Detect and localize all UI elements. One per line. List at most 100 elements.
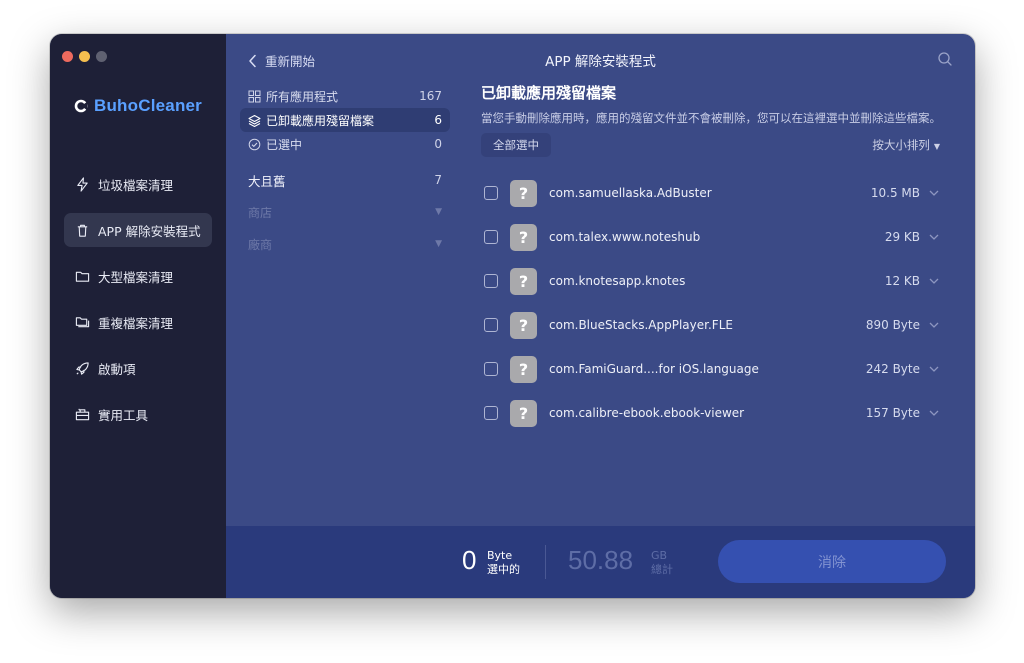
unknown-app-icon: ?: [510, 311, 537, 339]
category-label: 已選中: [266, 137, 303, 152]
category-label: 所有應用程式: [266, 89, 339, 104]
chevron-down-icon[interactable]: [928, 231, 940, 243]
close-window-button[interactable]: [62, 51, 73, 62]
category-count: 167: [419, 89, 442, 103]
sidebar-item-label: 重複檔案清理: [98, 315, 174, 331]
total-size-caption: GB 總計: [651, 549, 673, 577]
sidebar-item-label: APP 解除安裝程式: [98, 223, 201, 239]
category-label: 商店: [248, 205, 273, 220]
minimize-window-button[interactable]: [79, 51, 90, 62]
selected-size-value: 0: [462, 545, 477, 575]
selected-size-label: 選中的: [487, 563, 520, 576]
buho-logo-icon: [74, 99, 88, 113]
remove-button[interactable]: 消除: [718, 540, 946, 583]
caret-down-icon: ▼: [435, 207, 442, 217]
chevron-down-icon[interactable]: [928, 407, 940, 419]
list-item: ? com.knotesapp.knotes 12 KB: [481, 259, 951, 303]
item-size: 29 KB: [884, 230, 920, 244]
chevron-down-icon[interactable]: [928, 363, 940, 375]
sidebar-item-toolkit[interactable]: 實用工具: [64, 397, 212, 431]
item-name: com.FamiGuard....for iOS.language: [549, 362, 759, 376]
item-checkbox[interactable]: [484, 318, 498, 332]
list-item: ? com.calibre-ebook.ebook-viewer 157 Byt…: [481, 391, 951, 435]
caret-down-icon: ▼: [933, 142, 940, 151]
category-all-apps[interactable]: 所有應用程式 167: [240, 84, 450, 108]
panel-title: 已卸載應用殘留檔案: [481, 84, 617, 102]
sidebar-item-label: 大型檔案清理: [98, 269, 174, 285]
selected-size-caption: Byte 選中的: [487, 549, 520, 577]
sidebar-nav: 垃圾檔案清理 APP 解除安裝程式 大型檔案清理 重複檔案清理 啟動項 實用工具: [64, 167, 212, 443]
item-size: 890 Byte: [865, 318, 920, 332]
window-controls: [62, 51, 107, 62]
back-button[interactable]: 重新開始: [248, 51, 315, 70]
sort-dropdown[interactable]: 按大小排列 ▼: [872, 137, 940, 153]
chevron-down-icon[interactable]: [928, 275, 940, 287]
grid-icon: [248, 90, 261, 102]
app-name: BuhoCleaner: [94, 96, 202, 115]
search-icon[interactable]: [937, 51, 953, 67]
back-label: 重新開始: [265, 54, 316, 69]
sidebar-item-startup-items[interactable]: 啟動項: [64, 351, 212, 385]
sidebar: BuhoCleaner 垃圾檔案清理 APP 解除安裝程式 大型檔案清理 重複檔…: [50, 34, 226, 598]
sidebar-item-label: 垃圾檔案清理: [98, 177, 174, 193]
category-store-dropdown[interactable]: 商店 ▼: [240, 199, 450, 225]
total-size-value: 50.88: [568, 545, 634, 575]
unknown-app-icon: ?: [510, 355, 537, 383]
unknown-app-icon: ?: [510, 399, 537, 427]
window-title: APP 解除安裝程式: [545, 54, 656, 70]
item-size: 157 Byte: [865, 406, 920, 420]
item-name: com.calibre-ebook.ebook-viewer: [549, 406, 745, 420]
sidebar-item-junk-cleanup[interactable]: 垃圾檔案清理: [64, 167, 212, 201]
chevron-down-icon[interactable]: [928, 319, 940, 331]
item-size: 242 Byte: [865, 362, 920, 376]
item-checkbox[interactable]: [484, 406, 498, 420]
chevron-down-icon[interactable]: [928, 187, 940, 199]
toolbox-icon: [75, 408, 90, 420]
category-count: 6: [434, 113, 442, 127]
rocket-icon: [76, 361, 89, 375]
divider: [545, 545, 546, 579]
total-size-unit: GB: [651, 549, 668, 562]
trash-icon: [77, 224, 88, 237]
category-vendor-dropdown[interactable]: 廠商 ▼: [240, 231, 450, 257]
list-item: ? com.talex.www.noteshub 29 KB: [481, 215, 951, 259]
duplicate-folder-icon: [75, 316, 90, 327]
app-window: BuhoCleaner 垃圾檔案清理 APP 解除安裝程式 大型檔案清理 重複檔…: [50, 34, 975, 598]
list-item: ? com.FamiGuard....for iOS.language 242 …: [481, 347, 951, 391]
caret-down-icon: ▼: [435, 239, 442, 249]
item-name: com.BlueStacks.AppPlayer.FLE: [549, 318, 733, 332]
category-count: 0: [434, 137, 442, 151]
top-bar: APP 解除安裝程式 重新開始: [226, 34, 975, 84]
zoom-window-button[interactable]: [96, 51, 107, 62]
item-size: 10.5 MB: [870, 186, 920, 200]
check-circle-icon: [248, 138, 261, 150]
item-checkbox[interactable]: [484, 362, 498, 376]
item-name: com.knotesapp.knotes: [549, 274, 686, 288]
unknown-app-icon: ?: [510, 267, 537, 295]
sidebar-item-duplicate-files[interactable]: 重複檔案清理: [64, 305, 212, 339]
category-large-and-old[interactable]: 大且舊 7: [240, 167, 450, 193]
item-checkbox[interactable]: [484, 186, 498, 200]
category-selected[interactable]: 已選中 0: [240, 132, 450, 156]
category-label: 大且舊: [248, 173, 286, 189]
sort-label: 按大小排列: [872, 138, 930, 152]
category-list: 所有應用程式 167 已卸載應用殘留檔案 6 已選中 0 大且舊 7 商店 ▼: [240, 84, 450, 257]
item-checkbox[interactable]: [484, 230, 498, 244]
total-size-label: 總計: [651, 563, 673, 576]
item-name: com.samuellaska.AdBuster: [549, 186, 712, 200]
item-name: com.talex.www.noteshub: [549, 230, 701, 244]
item-size: 12 KB: [884, 274, 920, 288]
lightning-icon: [77, 176, 88, 192]
panel-description: 當您手動刪除應用時，應用的殘留文件並不會被刪除，您可以在這裡選中並刪除這些檔案。: [481, 111, 941, 125]
category-leftover-files[interactable]: 已卸載應用殘留檔案 6: [240, 108, 450, 132]
bottom-bar: 0 Byte 選中的 50.88 GB 總計 消除: [226, 526, 975, 598]
select-all-button[interactable]: 全部選中: [481, 133, 551, 157]
layers-icon: [248, 114, 261, 127]
sidebar-item-app-uninstaller[interactable]: APP 解除安裝程式: [64, 213, 212, 247]
item-checkbox[interactable]: [484, 274, 498, 288]
category-count: 7: [434, 173, 442, 187]
chevron-left-icon: [249, 54, 256, 67]
sidebar-item-label: 實用工具: [98, 407, 149, 423]
folder-icon: [75, 271, 90, 282]
sidebar-item-large-files[interactable]: 大型檔案清理: [64, 259, 212, 293]
